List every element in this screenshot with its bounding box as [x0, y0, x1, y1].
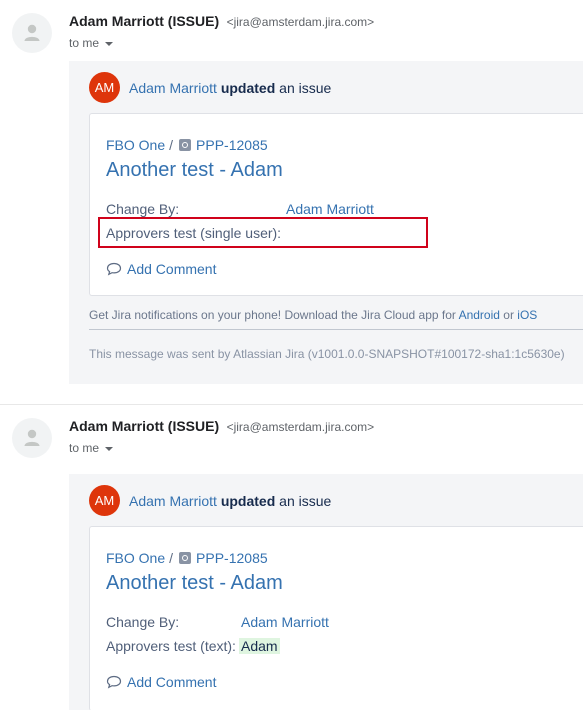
field-label-change-by: Change By:	[106, 201, 180, 217]
person-icon	[24, 429, 40, 446]
breadcrumb-separator: /	[169, 137, 174, 153]
field-value-change-by[interactable]: Adam Marriott	[286, 201, 374, 217]
issue-key-link[interactable]: PPP-12085	[196, 137, 268, 153]
actor-avatar: AM	[89, 72, 120, 103]
sender-line: Adam Marriott (ISSUE) <jira@amsterdam.ji…	[69, 418, 374, 436]
highlight-annotation	[98, 217, 428, 248]
issue-card: FBO One / PPP-12085 Another test - Adam …	[89, 113, 583, 296]
footer-divider	[89, 329, 583, 330]
promo-or: or	[503, 308, 514, 322]
sender-email: <jira@amsterdam.jira.com>	[226, 15, 375, 29]
field-label-approvers: Approvers test (text):	[106, 638, 236, 654]
issue-type-icon	[179, 552, 192, 564]
add-comment-label: Add Comment	[127, 674, 217, 690]
actor-link[interactable]: Adam Marriott	[129, 493, 217, 509]
jira-notification-panel: AM Adam Marriott updated an issue FBO On…	[69, 61, 583, 384]
chevron-down-icon[interactable]	[105, 446, 114, 451]
android-link[interactable]: Android	[459, 308, 500, 322]
project-link[interactable]: FBO One	[106, 550, 165, 566]
ios-link[interactable]: iOS	[517, 308, 537, 322]
sender-email: <jira@amsterdam.jira.com>	[226, 420, 375, 434]
issue-type-icon	[179, 139, 192, 151]
field-value-approvers-added: Adam	[239, 638, 280, 654]
action-object: an issue	[279, 79, 332, 96]
actor-avatar: AM	[89, 485, 120, 516]
promo-text: Get Jira notifications on your phone! Do…	[89, 308, 456, 322]
sent-by-text: This message was sent by Atlassian Jira …	[89, 347, 565, 361]
recipients-toggle[interactable]: to me	[69, 441, 114, 455]
sender-name[interactable]: Adam Marriott (ISSUE)	[69, 418, 219, 434]
email-message: Adam Marriott (ISSUE) <jira@amsterdam.ji…	[0, 0, 583, 404]
breadcrumb: FBO One / PPP-12085	[106, 550, 268, 566]
add-comment-label: Add Comment	[127, 261, 217, 277]
add-comment-link[interactable]: Add Comment	[106, 261, 216, 277]
project-link[interactable]: FBO One	[106, 137, 165, 153]
issue-title-link[interactable]: Another test - Adam	[106, 159, 283, 182]
recipients-label: to me	[69, 441, 100, 455]
recipients-toggle[interactable]: to me	[69, 36, 114, 50]
actor-link[interactable]: Adam Marriott	[129, 80, 217, 96]
issue-title-link[interactable]: Another test - Adam	[106, 572, 283, 595]
notification-summary: Adam Marriott updated an issue	[129, 80, 331, 96]
action-verb: updated	[220, 492, 276, 509]
sender-line: Adam Marriott (ISSUE) <jira@amsterdam.ji…	[69, 13, 374, 31]
sender-name[interactable]: Adam Marriott (ISSUE)	[69, 13, 219, 29]
action-verb: updated	[220, 79, 276, 96]
field-value-change-by[interactable]: Adam Marriott	[241, 614, 329, 630]
speech-bubble-icon	[106, 675, 122, 689]
breadcrumb-separator: /	[169, 550, 174, 566]
notification-header: AM Adam Marriott updated an issue	[89, 485, 331, 516]
sender-avatar[interactable]	[12, 418, 52, 458]
breadcrumb: FBO One / PPP-12085	[106, 137, 268, 153]
issue-key-link[interactable]: PPP-12085	[196, 550, 268, 566]
notification-header: AM Adam Marriott updated an issue	[89, 72, 331, 103]
issue-card: FBO One / PPP-12085 Another test - Adam …	[89, 526, 583, 710]
jira-notification-panel: AM Adam Marriott updated an issue FBO On…	[69, 474, 583, 710]
chevron-down-icon[interactable]	[105, 41, 114, 46]
speech-bubble-icon	[106, 262, 122, 276]
person-icon	[24, 24, 40, 41]
email-message: Adam Marriott (ISSUE) <jira@amsterdam.ji…	[0, 404, 583, 710]
sender-avatar[interactable]	[12, 13, 52, 53]
field-label-change-by: Change By:	[106, 614, 180, 630]
recipients-label: to me	[69, 36, 100, 50]
action-object: an issue	[279, 492, 332, 509]
notification-summary: Adam Marriott updated an issue	[129, 493, 331, 509]
mobile-app-promo: Get Jira notifications on your phone! Do…	[89, 308, 537, 322]
add-comment-link[interactable]: Add Comment	[106, 674, 216, 690]
